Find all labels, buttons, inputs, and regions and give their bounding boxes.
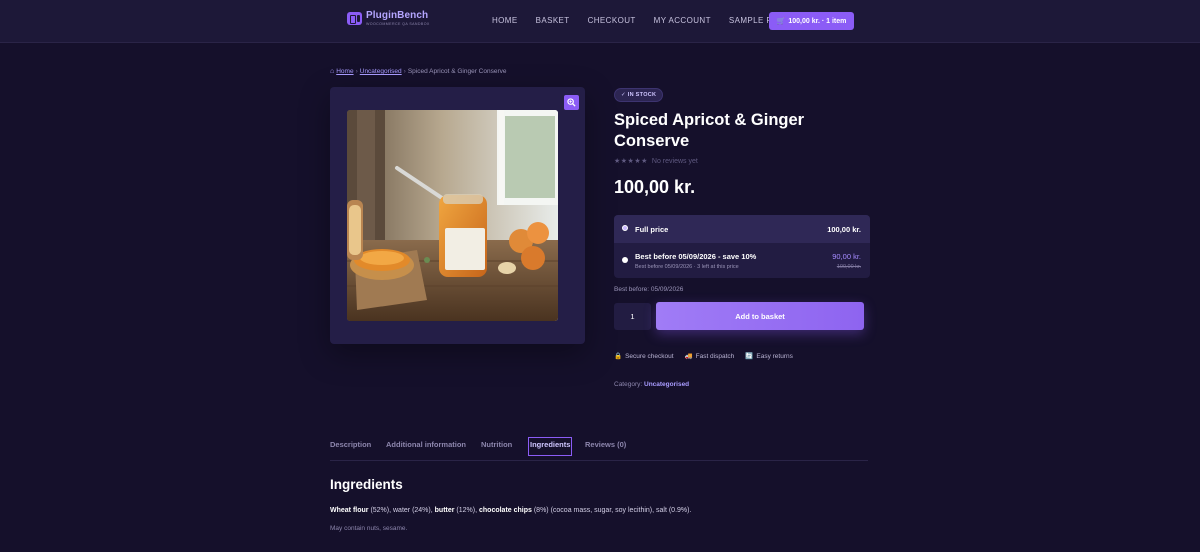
radio-selected[interactable] <box>622 225 628 231</box>
zoom-in-icon <box>567 98 576 107</box>
tab-additional-information[interactable]: Additional information <box>386 440 466 449</box>
quantity-input[interactable]: 1 <box>614 303 651 330</box>
best-before-note: Best before: 05/09/2026 <box>614 286 684 293</box>
home-icon: ⌂ <box>330 68 335 75</box>
option-label: Full price <box>635 225 669 234</box>
logo-tagline: WOOCOMMERCE QA SANDBOX <box>366 22 430 26</box>
site-logo[interactable]: PluginBench WOOCOMMERCE QA SANDBOX <box>347 11 430 27</box>
return-icon: 🔄 <box>745 353 754 360</box>
allergen-note: May contain nuts, sesame. <box>330 525 408 532</box>
lock-icon: 🔒 <box>614 353 623 360</box>
option-label: Best before 05/09/2026 - save 10% <box>635 252 757 261</box>
zoom-button[interactable] <box>564 95 579 110</box>
tab-reviews[interactable]: Reviews (0) <box>585 440 626 449</box>
tab-description[interactable]: Description <box>330 440 371 449</box>
breadcrumb: ⌂ Home › Uncategorised › Spiced Apricot & Gin… <box>330 68 507 75</box>
logo-icon <box>347 12 362 26</box>
radio-unselected[interactable] <box>622 257 628 263</box>
price-options: Full price 100,00 kr. Best before 05/09/… <box>614 215 870 278</box>
product-title: Spiced Apricot & Ginger Conserve <box>614 111 805 150</box>
add-to-basket-button[interactable]: Add to basket <box>656 302 864 330</box>
stock-badge: ✓ IN STOCK <box>614 88 664 102</box>
rating-text: No reviews yet <box>651 158 698 165</box>
product-image[interactable] <box>347 110 558 321</box>
main-nav: HOME BASKET CHECKOUT MY ACCOUNT SAMPLE P… <box>492 16 808 25</box>
category-link[interactable]: Uncategorised <box>644 381 689 388</box>
nav-my-account[interactable]: MY ACCOUNT <box>654 16 711 25</box>
trust-dispatch: 🚚 Fast dispatch <box>684 352 735 361</box>
option-discount-price: 90,00 kr. <box>832 252 861 261</box>
breadcrumb-home[interactable]: Home <box>336 68 353 75</box>
option-full-price[interactable]: Full price 100,00 kr. <box>614 215 870 242</box>
option-price: 100,00 kr. <box>827 225 861 234</box>
option-subtext: Best before 05/09/2026 · 3 left at this … <box>635 264 739 270</box>
option-best-before[interactable]: Best before 05/09/2026 - save 10% Best b… <box>614 242 870 278</box>
site-header: PluginBench WOOCOMMERCE QA SANDBOX HOME … <box>0 0 1200 43</box>
product-rating: ★★★★★ No reviews yet <box>614 157 698 165</box>
cart-summary: 100,00 kr. · 1 item <box>788 17 847 25</box>
nav-home[interactable]: HOME <box>492 16 518 25</box>
product-tabs: Description Additional information Nutri… <box>330 437 868 461</box>
product-price: 100,00 kr. <box>614 177 696 197</box>
ingredients-heading: Ingredients <box>330 477 403 492</box>
trust-badges: 🔒 Secure checkout 🚚 Fast dispatch 🔄 Easy re… <box>614 352 804 361</box>
breadcrumb-category[interactable]: Uncategorised <box>360 68 402 75</box>
tab-nutrition[interactable]: Nutrition <box>481 440 512 449</box>
cart-icon: 🛒 <box>776 18 786 25</box>
trust-secure: 🔒 Secure checkout <box>614 352 674 361</box>
trust-returns: 🔄 Easy returns <box>745 352 793 361</box>
nav-basket[interactable]: BASKET <box>536 16 570 25</box>
product-category: Category: Uncategorised <box>614 381 690 388</box>
tab-ingredients[interactable]: Ingredients <box>527 437 573 456</box>
breadcrumb-current: Spiced Apricot & Ginger Conserve <box>407 68 507 75</box>
nav-checkout[interactable]: CHECKOUT <box>588 16 636 25</box>
ingredients-list: Wheat flour (52%), water (24%), butter (… <box>330 507 692 514</box>
rating-stars: ★★★★★ <box>614 158 648 165</box>
cart-button[interactable]: 🛒 100,00 kr. · 1 item <box>769 12 854 30</box>
logo-name: PluginBench <box>366 10 429 21</box>
truck-icon: 🚚 <box>684 353 693 360</box>
option-old-price: 100,00 kr. <box>836 264 861 270</box>
